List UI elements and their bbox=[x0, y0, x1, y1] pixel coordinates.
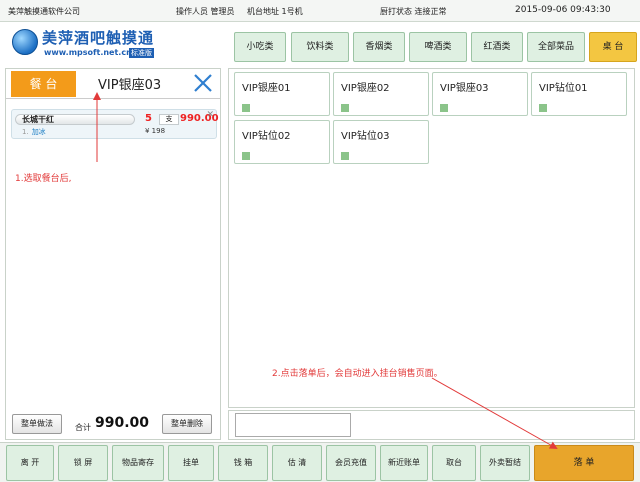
total-label: 合计 bbox=[75, 423, 91, 432]
status-indicator bbox=[341, 104, 349, 112]
tab-beer[interactable]: 啤酒类 bbox=[409, 32, 467, 62]
total-value: 990.00 bbox=[95, 415, 150, 431]
tab-wine[interactable]: 红酒类 bbox=[471, 32, 523, 62]
item-note: 加冰 bbox=[31, 128, 46, 136]
company-name: 美萍触摸通软件公司 bbox=[8, 7, 80, 16]
leave-button[interactable]: 离 开 bbox=[6, 445, 54, 481]
status-indicator bbox=[440, 104, 448, 112]
status-indicator bbox=[341, 152, 349, 160]
table-card[interactable]: VIP钻位01 bbox=[531, 72, 627, 116]
datetime: 2015-09-06 09:43:30 bbox=[515, 5, 611, 15]
table-card-name: VIP银座01 bbox=[242, 83, 291, 94]
cash-drawer-button[interactable]: 钱 箱 bbox=[218, 445, 268, 481]
whole-order-method-button[interactable]: 整单做法 bbox=[12, 414, 62, 434]
whole-order-delete-button[interactable]: 整单删除 bbox=[162, 414, 212, 434]
logo-url: www.mpsoft.net.cn bbox=[44, 48, 132, 57]
table-card-name: VIP钻位02 bbox=[242, 131, 291, 142]
status-bar: 美萍触摸通软件公司 操作人员 管理员 机台地址 1号机 厨打状态 连接正常 20… bbox=[0, 0, 640, 22]
order-panel: 餐 台 VIP银座03 长城干红 1. 加冰 5 支 990.00 ¥ 198 ✕… bbox=[5, 68, 221, 440]
edition-badge: 标准版 bbox=[129, 48, 154, 58]
takeout-settle-button[interactable]: 外卖暂结 bbox=[480, 445, 530, 481]
annotation-place-order: 2.点击落单后，会自动进入挂台销售页面。 bbox=[272, 369, 443, 379]
remove-item-icon[interactable]: ✕ bbox=[206, 110, 214, 120]
table-card[interactable]: VIP钻位02 bbox=[234, 120, 330, 164]
tab-drinks[interactable]: 饮料类 bbox=[291, 32, 349, 62]
search-input[interactable] bbox=[235, 413, 351, 437]
terminal-address: 机台地址 1号机 bbox=[247, 7, 303, 16]
order-item[interactable]: 长城干红 1. 加冰 5 支 990.00 ¥ 198 ✕ bbox=[11, 109, 219, 139]
recent-bills-button[interactable]: 新近账单 bbox=[380, 445, 428, 481]
item-name: 长城干红 bbox=[15, 114, 135, 125]
status-indicator bbox=[242, 104, 250, 112]
tab-snacks[interactable]: 小吃类 bbox=[234, 32, 286, 62]
annotation-select-table: 1.选取餐台后, bbox=[15, 174, 72, 184]
order-footer: 整单做法 合计 990.00 整单删除 bbox=[5, 410, 221, 440]
item-unit-price: ¥ 198 bbox=[145, 127, 166, 135]
logo-name: 美萍酒吧触摸通 bbox=[42, 29, 155, 47]
status-indicator bbox=[242, 152, 250, 160]
printer-status: 厨打状态 连接正常 bbox=[380, 7, 447, 16]
item-index: 1. bbox=[22, 128, 29, 136]
hold-order-button[interactable]: 挂单 bbox=[168, 445, 214, 481]
table-card[interactable]: VIP银座02 bbox=[333, 72, 429, 116]
member-recharge-button[interactable]: 会员充值 bbox=[326, 445, 376, 481]
sold-out-button[interactable]: 估 清 bbox=[272, 445, 322, 481]
table-card[interactable]: VIP银座01 bbox=[234, 72, 330, 116]
place-order-button[interactable]: 落 单 bbox=[534, 445, 634, 481]
table-card[interactable]: VIP钻位03 bbox=[333, 120, 429, 164]
table-card[interactable]: VIP银座03 bbox=[432, 72, 528, 116]
function-bar: 离 开 锁 屏 物品寄存 挂单 钱 箱 估 清 会员充值 新近账单 取台 外卖暂… bbox=[0, 442, 640, 482]
table-card-name: VIP钻位03 bbox=[341, 131, 390, 142]
item-unit: 支 bbox=[159, 114, 179, 125]
item-storage-button[interactable]: 物品寄存 bbox=[112, 445, 164, 481]
selected-table-name: VIP银座03 bbox=[98, 78, 162, 93]
table-label: 餐 台 bbox=[11, 71, 76, 97]
table-card-name: VIP银座03 bbox=[440, 83, 489, 94]
lock-screen-button[interactable]: 锁 屏 bbox=[58, 445, 108, 481]
app-logo: 美萍酒吧触摸通 www.mpsoft.net.cn 标准版 bbox=[12, 27, 172, 61]
table-card-name: VIP钻位01 bbox=[539, 83, 588, 94]
close-icon[interactable] bbox=[192, 72, 214, 94]
tab-all-items[interactable]: 全部菜品 bbox=[527, 32, 585, 62]
item-quantity[interactable]: 5 bbox=[145, 113, 152, 124]
item-note-row: 1. 加冰 bbox=[22, 127, 46, 137]
tab-cigarettes[interactable]: 香烟类 bbox=[353, 32, 405, 62]
globe-icon bbox=[12, 29, 38, 55]
search-bar bbox=[228, 410, 635, 440]
operator-info: 操作人员 管理员 bbox=[176, 7, 235, 16]
tab-tables[interactable]: 桌 台 bbox=[589, 32, 637, 62]
selected-table-header: 餐 台 VIP银座03 bbox=[6, 69, 220, 99]
table-grid: VIP银座01 VIP银座02 VIP银座03 VIP钻位01 VIP钻位02 … bbox=[228, 68, 635, 408]
take-table-button[interactable]: 取台 bbox=[432, 445, 476, 481]
table-card-name: VIP银座02 bbox=[341, 83, 390, 94]
status-indicator bbox=[539, 104, 547, 112]
